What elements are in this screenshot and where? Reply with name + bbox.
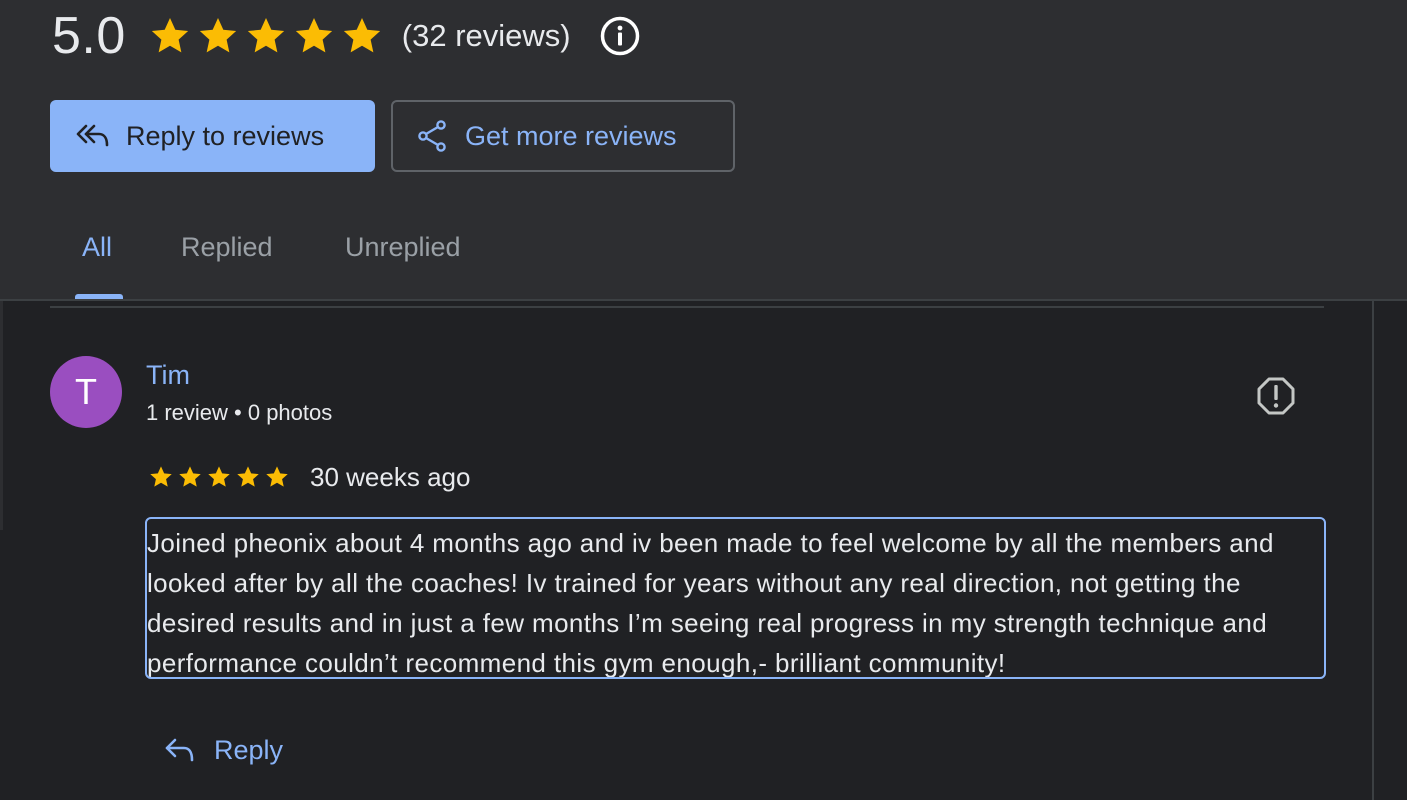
review-text[interactable]: Joined pheonix about 4 months ago and iv… [145,517,1326,679]
star-icon [237,466,259,487]
tab-replied[interactable]: Replied [181,232,273,263]
tab-unreplied[interactable]: Unreplied [345,232,461,263]
share-icon [418,120,446,152]
star-icon [247,18,284,53]
header-divider [0,299,1407,301]
reply-icon [165,738,194,762]
rating-summary: 5.0 (32 reviews) [52,6,641,66]
info-icon[interactable] [599,15,641,57]
reviewer-name[interactable]: Tim [146,360,190,391]
reply-to-reviews-button[interactable]: Reply to reviews [50,100,375,172]
reply-button[interactable]: Reply [164,726,283,774]
rating-stars [148,14,384,58]
star-icon [266,466,288,487]
star-icon [151,18,188,53]
review-date: 30 weeks ago [310,462,471,492]
reply-label: Reply [214,734,284,765]
get-more-reviews-label: Get more reviews [465,120,677,151]
star-icon [179,466,201,487]
star-icon [150,466,172,487]
reply-all-icon [76,124,109,147]
report-flag-icon[interactable] [1254,374,1298,418]
panel-edge [0,300,3,530]
star-icon [199,18,236,53]
reply-to-reviews-label: Reply to reviews [126,120,325,151]
star-icon [295,18,332,53]
average-rating: 5.0 [52,7,126,65]
star-icon [208,466,230,487]
scrollbar-track[interactable] [1372,300,1374,800]
review-count: (32 reviews) [401,18,571,53]
reviewer-meta: 1 review • 0 photos [146,400,333,425]
tab-all[interactable]: All [82,232,112,263]
avatar[interactable]: T [50,356,122,428]
review-rating-stars [148,464,290,490]
list-divider [50,306,1324,308]
star-icon [343,18,380,53]
get-more-reviews-button[interactable]: Get more reviews [391,100,735,172]
